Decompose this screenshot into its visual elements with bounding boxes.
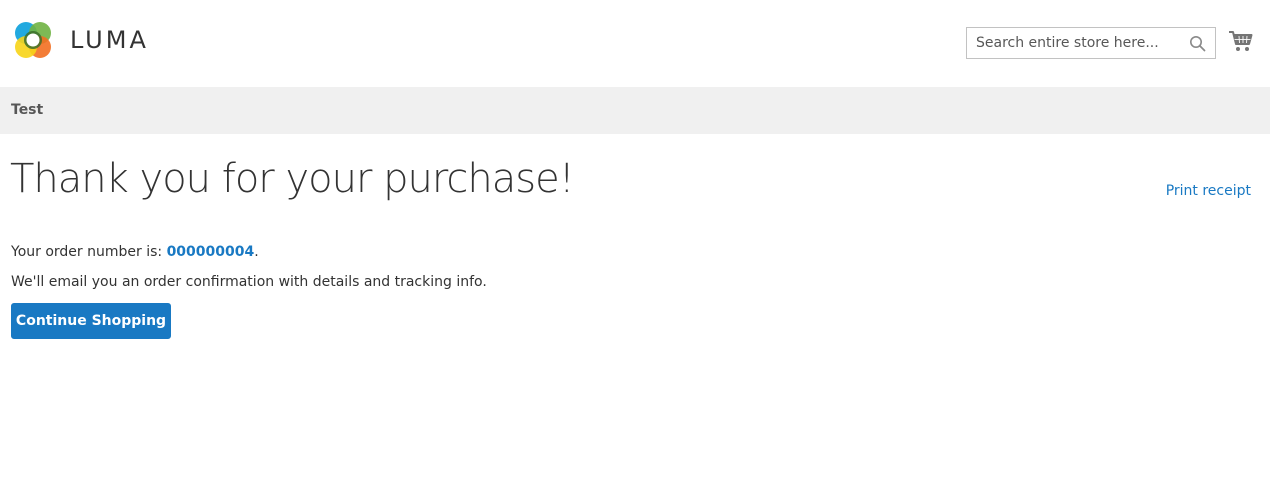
luma-logo-icon [15,22,51,58]
logo-text: LUMA [70,26,149,54]
page-header: LUMA [0,0,1270,87]
page-title: Thank you for your purchase! [10,156,575,202]
order-number-suffix: . [254,244,259,260]
order-number-link[interactable]: 000000004 [167,244,255,260]
order-number-line: Your order number is: 000000004. [11,244,259,260]
search-input[interactable] [967,28,1215,58]
search-box [966,27,1216,59]
continue-shopping-button[interactable]: Continue Shopping [11,303,171,339]
store-logo[interactable]: LUMA [11,18,149,62]
print-receipt-link[interactable]: Print receipt [1166,183,1251,199]
order-number-label: Your order number is: [11,244,167,260]
category-nav: Test [0,87,1270,134]
search-icon[interactable] [1189,35,1206,52]
shopping-cart-icon[interactable] [1228,30,1253,53]
email-confirmation-message: We'll email you an order confirmation wi… [11,274,487,290]
nav-item-test[interactable]: Test [11,102,43,118]
